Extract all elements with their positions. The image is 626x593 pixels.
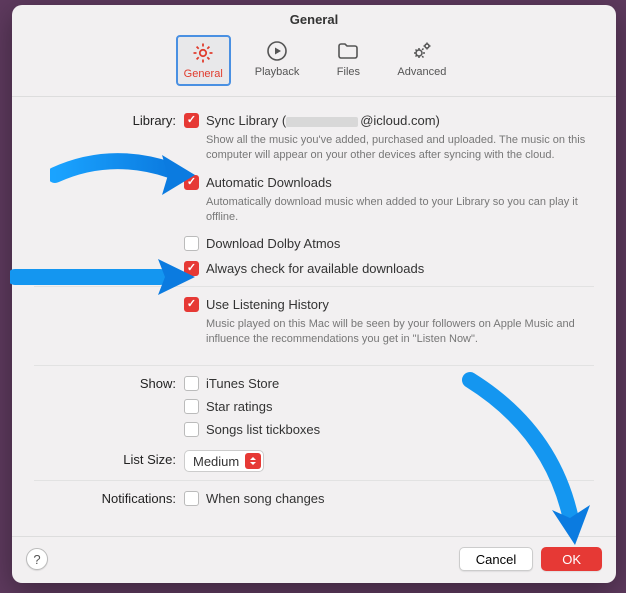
redacted-email [286,117,358,127]
automatic-downloads-desc: Automatically download music when added … [206,195,594,225]
play-circle-icon [265,39,289,63]
star-ratings-checkbox[interactable] [184,399,199,414]
help-button[interactable]: ? [26,548,48,570]
tickboxes-checkbox[interactable] [184,422,199,437]
separator [34,365,594,366]
listening-history-checkbox[interactable] [184,297,199,312]
list-size-label: List Size: [34,450,184,467]
sync-library-desc: Show all the music you've added, purchas… [206,133,594,163]
window-title: General [12,5,616,27]
cancel-button[interactable]: Cancel [459,547,533,571]
tab-playback[interactable]: Playback [249,35,306,86]
notifications-section-label: Notifications: [34,489,184,506]
dolby-atmos-checkbox[interactable] [184,236,199,251]
separator [34,286,594,287]
sync-library-checkbox[interactable] [184,113,199,128]
chevron-up-down-icon [245,453,261,469]
tab-label: General [184,68,223,80]
tab-label: Files [337,66,360,78]
dialog-footer: ? Cancel OK [12,536,616,583]
list-size-select[interactable]: Medium [184,450,264,472]
automatic-downloads-label: Automatic Downloads [206,175,332,190]
tab-files[interactable]: Files [323,35,373,86]
separator [34,480,594,481]
preferences-toolbar: General Playback Files [12,27,616,97]
itunes-store-checkbox[interactable] [184,376,199,391]
show-section-label: Show: [34,374,184,391]
folder-icon [336,39,360,63]
tab-general[interactable]: General [176,35,231,86]
tab-label: Playback [255,66,300,78]
listening-history-label: Use Listening History [206,297,329,312]
automatic-downloads-checkbox[interactable] [184,175,199,190]
song-changes-label: When song changes [206,491,325,506]
gears-icon [410,39,434,63]
tab-advanced[interactable]: Advanced [391,35,452,86]
sync-library-label: Sync Library (@icloud.com) [206,113,440,128]
always-check-downloads-label: Always check for available downloads [206,261,424,276]
list-size-value: Medium [193,454,239,469]
library-section-label: Library: [34,111,184,128]
tab-label: Advanced [397,66,446,78]
ok-button[interactable]: OK [541,547,602,571]
listening-history-desc: Music played on this Mac will be seen by… [206,317,594,347]
song-changes-checkbox[interactable] [184,491,199,506]
tickboxes-label: Songs list tickboxes [206,422,320,437]
gear-icon [191,41,215,65]
itunes-store-label: iTunes Store [206,376,279,391]
star-ratings-label: Star ratings [206,399,272,414]
dolby-atmos-label: Download Dolby Atmos [206,236,340,251]
always-check-downloads-checkbox[interactable] [184,261,199,276]
preferences-window: General General Playback [12,5,616,583]
preferences-content: Library: Sync Library (@icloud.com) Show… [12,97,616,536]
